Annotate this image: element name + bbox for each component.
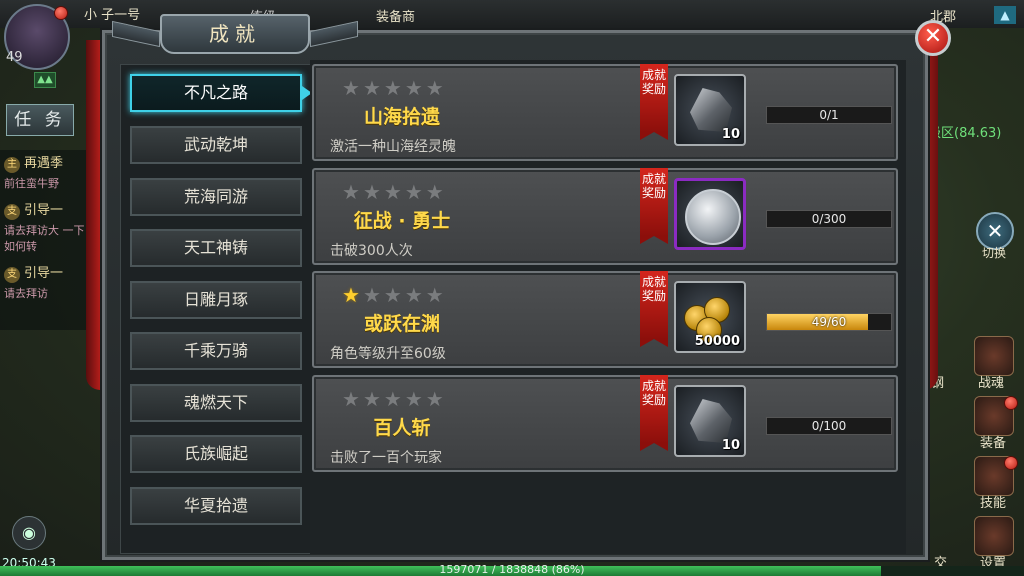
task-item[interactable]: 支引导一: [0, 197, 92, 222]
equip-notification-dot: [1004, 396, 1018, 410]
progress-bar: 0/1: [766, 106, 892, 124]
zone-level-text: 级区(84.63): [928, 126, 1002, 141]
task-tab[interactable]: 任 务: [6, 104, 74, 136]
star-icon: ★: [404, 387, 426, 411]
main-quest-badge: 主: [4, 157, 20, 173]
settings-gear-icon[interactable]: [974, 516, 1014, 556]
star-icon: ★: [425, 76, 447, 100]
achievement-name: 征战 · 勇士: [353, 210, 451, 232]
star-icon: ★: [404, 180, 426, 204]
skill-label[interactable]: 技能: [980, 492, 1006, 511]
star-icon: ★: [342, 387, 363, 411]
achievement-desc: 角色等级升至60级: [330, 346, 446, 362]
reward-quantity: 10: [721, 127, 740, 142]
progress-text: 0/300: [811, 212, 847, 226]
star-icon: ★: [425, 387, 447, 411]
star-icon: ★: [404, 283, 426, 307]
star-rating: ★★★★★: [342, 283, 447, 307]
star-icon: ★: [362, 387, 384, 411]
achievement-row: ★★★★★ 百人斩 击败了一百个玩家 成就 奖励 10 0/100: [312, 375, 898, 472]
task-desc: 前往蛮牛野: [4, 177, 59, 190]
category-tab[interactable]: 千乘万骑: [130, 332, 302, 370]
reward-ribbon: 成就 奖励: [640, 168, 668, 244]
exp-text: 1597071 / 1838848 (86%): [439, 563, 585, 576]
reward-ribbon: 成就 奖励: [640, 375, 668, 451]
category-tab[interactable]: 不凡之路: [130, 74, 312, 112]
star-icon: ★: [383, 180, 405, 204]
star-icon: ★: [425, 283, 447, 307]
side-quest-badge: 支: [4, 267, 20, 283]
category-tab[interactable]: 天工神铸: [130, 229, 302, 267]
category-tab[interactable]: 魂燃天下: [130, 384, 302, 422]
progress-text: 49/60: [811, 315, 847, 329]
soul-icon[interactable]: [974, 336, 1014, 376]
task-desc: 请去拜访: [4, 287, 48, 300]
progress-text: 0/100: [811, 419, 847, 433]
category-tab[interactable]: 华夏拾遗: [130, 487, 302, 525]
expand-up-icon[interactable]: ▲▲: [34, 72, 56, 88]
achievement-desc: 击破300人次: [330, 243, 413, 259]
achievement-row: ★★★★★ 征战 · 勇士 击破300人次 成就 奖励 0/300: [312, 168, 898, 265]
star-icon: ★: [362, 180, 384, 204]
notification-dot: [54, 6, 68, 20]
equip-label[interactable]: 装备: [980, 432, 1006, 451]
skill-notification-dot: [1004, 456, 1018, 470]
star-rating: ★★★★★: [342, 180, 447, 204]
reward-quantity: 50000: [694, 334, 740, 349]
star-icon: ★: [383, 76, 405, 100]
task-item[interactable]: 支引导一: [0, 260, 92, 285]
category-tab[interactable]: 氏族崛起: [130, 435, 302, 473]
shop-button[interactable]: 装备商: [376, 6, 415, 25]
achievement-row: ★★★★★ 或跃在渊 角色等级升至60级 成就 奖励 50000 49/60: [312, 271, 898, 368]
star-icon: ★: [342, 180, 363, 204]
task-title: 引导一: [24, 266, 64, 281]
achievement-desc: 激活一种山海经灵魄: [330, 139, 456, 155]
progress-bar: 0/300: [766, 210, 892, 228]
task-item[interactable]: 主再遇季: [0, 150, 92, 175]
progress-bar: 0/100: [766, 417, 892, 435]
side-quest-badge: 支: [4, 204, 20, 220]
star-icon: ★: [362, 283, 384, 307]
soul-label[interactable]: 战魂: [978, 372, 1004, 391]
achievement-row: ★★★★★ 山海拾遗 激活一种山海经灵魄 成就 奖励 10 0/1: [312, 64, 898, 161]
progress-text: 0/1: [819, 108, 839, 122]
reward-quantity: 10: [721, 438, 740, 453]
panel-title: 成就: [160, 14, 310, 54]
top-hud-bar: 小 子一号 练级 装备商 北郡 ▲: [0, 0, 1024, 28]
reward-ribbon: 成就 奖励: [640, 64, 668, 140]
task-title: 引导一: [24, 203, 64, 218]
collapse-up-icon[interactable]: ▲: [994, 6, 1016, 24]
ore-icon[interactable]: 10: [674, 385, 746, 457]
task-list: 主再遇季 前往蛮牛野 支引导一 请去拜访大 一下如何转 支引导一 请去拜访: [0, 150, 92, 330]
player-level: 49: [6, 50, 23, 65]
switch-label: 切换: [982, 246, 1007, 260]
achievement-name: 百人斩: [373, 417, 431, 439]
category-tab[interactable]: 武动乾坤: [130, 126, 302, 164]
silver-coin-icon[interactable]: [674, 178, 746, 250]
achievement-name: 或跃在渊: [363, 313, 440, 335]
category-tab[interactable]: 日雕月琢: [130, 281, 302, 319]
camera-icon[interactable]: ◉: [12, 516, 46, 550]
task-desc: 请去拜访大 一下如何转: [4, 224, 85, 253]
star-icon: ★: [383, 387, 405, 411]
category-tab[interactable]: 荒海同游: [130, 178, 302, 216]
achievement-name: 山海拾遗: [363, 106, 440, 128]
achievement-desc: 击败了一百个玩家: [330, 450, 442, 466]
gold-coins-icon[interactable]: 50000: [674, 281, 746, 353]
star-rating: ★★★★★: [342, 387, 447, 411]
star-icon: ★: [362, 76, 384, 100]
star-icon: ★: [404, 76, 426, 100]
star-icon: ★: [342, 76, 363, 100]
star-rating: ★★★★★: [342, 76, 447, 100]
star-icon: ★: [342, 283, 363, 307]
star-icon: ★: [383, 283, 405, 307]
reward-ribbon: 成就 奖励: [640, 271, 668, 347]
progress-bar: 49/60: [766, 313, 892, 331]
ore-icon[interactable]: 10: [674, 74, 746, 146]
close-icon[interactable]: ✕: [915, 20, 951, 56]
task-title: 再遇季: [24, 156, 64, 171]
star-icon: ★: [425, 180, 447, 204]
